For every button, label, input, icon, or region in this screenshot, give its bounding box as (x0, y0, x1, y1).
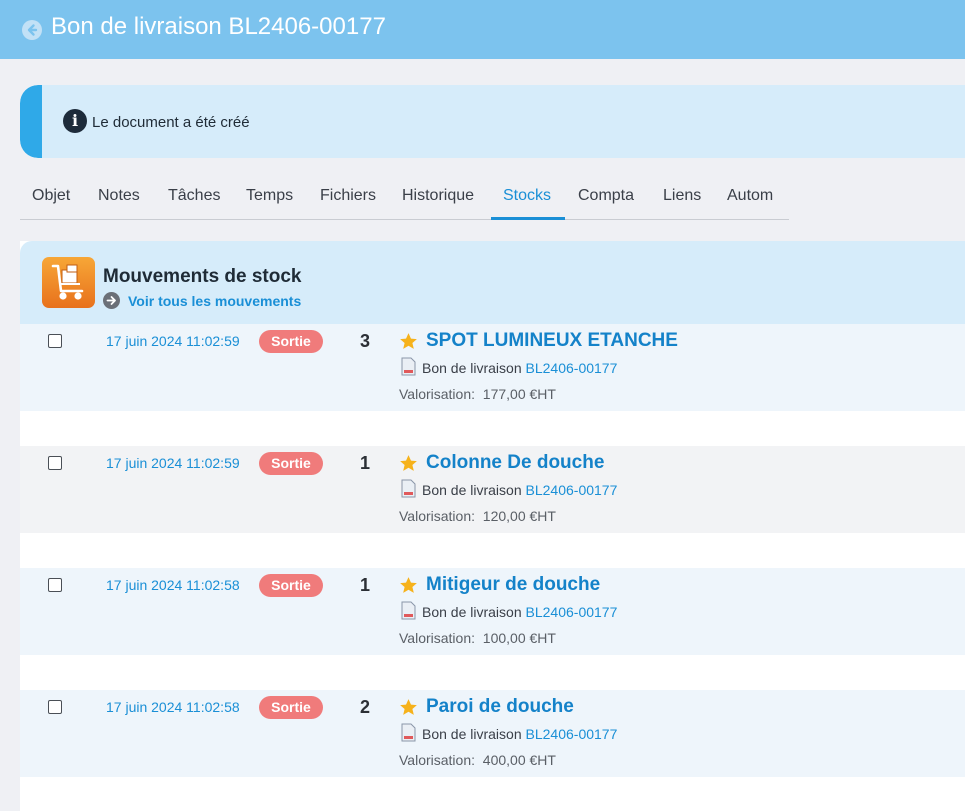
valuation-label: Valorisation: (399, 508, 476, 524)
valuation-value: 120,00 €HT (482, 508, 556, 524)
valuation-label: Valorisation: (399, 386, 476, 402)
movement-row: 17 juin 2024 11:02:59 Sortie 1 Colonne D… (20, 446, 965, 533)
document-type-label: Bon de livraison (422, 604, 522, 620)
panel-title: Mouvements de stock (103, 266, 302, 287)
star-icon (399, 698, 418, 717)
document-icon (401, 357, 416, 376)
tab-bar: Objet Notes Tâches Temps Fichiers Histor… (20, 174, 789, 220)
valuation-value: 177,00 €HT (482, 386, 556, 402)
movement-quantity: 1 (359, 453, 370, 473)
valuation-value: 100,00 €HT (482, 630, 556, 646)
notice-banner: i Le document a été créé (20, 85, 965, 158)
product-link[interactable]: SPOT LUMINEUX ETANCHE (426, 330, 678, 352)
movement-type-badge: Sortie (259, 696, 323, 719)
document-type-label: Bon de livraison (422, 482, 522, 498)
tab-stocks[interactable]: Stocks (503, 187, 551, 205)
movement-row: 17 juin 2024 11:02:59 Sortie 3 SPOT LUMI… (20, 324, 965, 411)
movement-row: 17 juin 2024 11:02:58 Sortie 1 Mitigeur … (20, 568, 965, 655)
valuation-label: Valorisation: (399, 752, 476, 768)
row-checkbox[interactable] (48, 700, 62, 714)
tab-historique[interactable]: Historique (402, 187, 474, 205)
tab-autom[interactable]: Autom (727, 187, 773, 205)
valuation: Valorisation: 120,00 €HT (399, 508, 556, 524)
document-icon (401, 601, 416, 620)
product-link[interactable]: Paroi de douche (426, 696, 574, 718)
movement-type-badge: Sortie (259, 452, 323, 475)
tab-fichiers[interactable]: Fichiers (320, 187, 376, 205)
document-ref-link[interactable]: BL2406-00177 (526, 726, 618, 742)
info-icon: i (63, 109, 87, 133)
arrow-right-circle-icon[interactable] (103, 292, 120, 309)
row-checkbox[interactable] (48, 578, 62, 592)
movement-date-link[interactable]: 17 juin 2024 11:02:59 (106, 333, 240, 349)
tab-objet[interactable]: Objet (32, 187, 70, 205)
movement-row: 17 juin 2024 11:02:58 Sortie 2 Paroi de … (20, 690, 965, 777)
star-icon (399, 576, 418, 595)
tab-taches[interactable]: Tâches (168, 187, 220, 205)
valuation-label: Valorisation: (399, 630, 476, 646)
panel-header: Mouvements de stock Voir tous les mouvem… (20, 241, 965, 324)
hand-truck-icon (42, 257, 95, 308)
document-ref-link[interactable]: BL2406-00177 (526, 360, 618, 376)
valuation: Valorisation: 400,00 €HT (399, 752, 556, 768)
tab-compta[interactable]: Compta (578, 187, 634, 205)
movement-type-badge: Sortie (259, 574, 323, 597)
movement-date-link[interactable]: 17 juin 2024 11:02:58 (106, 577, 240, 593)
document-ref-link[interactable]: BL2406-00177 (526, 604, 618, 620)
movement-date-link[interactable]: 17 juin 2024 11:02:58 (106, 699, 240, 715)
valuation: Valorisation: 100,00 €HT (399, 630, 556, 646)
document-type-label: Bon de livraison (422, 726, 522, 742)
movement-quantity: 3 (359, 331, 370, 351)
product-link[interactable]: Colonne De douche (426, 452, 604, 474)
document-icon (401, 479, 416, 498)
movement-quantity: 1 (359, 575, 370, 595)
back-arrow-icon[interactable] (22, 20, 42, 40)
top-bar: Bon de livraison BL2406-00177 (0, 0, 965, 59)
star-icon (399, 332, 418, 351)
movement-type-badge: Sortie (259, 330, 323, 353)
notice-text: Le document a été créé (92, 114, 250, 131)
product-link[interactable]: Mitigeur de douche (426, 574, 600, 596)
active-tab-indicator (491, 217, 565, 220)
document-reference: Bon de livraison BL2406-00177 (422, 604, 617, 620)
movement-quantity: 2 (359, 697, 370, 717)
row-checkbox[interactable] (48, 456, 62, 470)
document-icon (401, 723, 416, 742)
notice-accent-bar (20, 85, 42, 158)
tab-liens[interactable]: Liens (663, 187, 701, 205)
row-checkbox[interactable] (48, 334, 62, 348)
stock-movements-panel: Mouvements de stock Voir tous les mouvem… (20, 241, 965, 811)
star-icon (399, 454, 418, 473)
valuation: Valorisation: 177,00 €HT (399, 386, 556, 402)
view-all-movements-link[interactable]: Voir tous les mouvements (128, 293, 301, 309)
document-type-label: Bon de livraison (422, 360, 522, 376)
document-ref-link[interactable]: BL2406-00177 (526, 482, 618, 498)
document-reference: Bon de livraison BL2406-00177 (422, 360, 617, 376)
document-reference: Bon de livraison BL2406-00177 (422, 726, 617, 742)
document-reference: Bon de livraison BL2406-00177 (422, 482, 617, 498)
tab-temps[interactable]: Temps (246, 187, 293, 205)
page-title: Bon de livraison BL2406-00177 (51, 13, 386, 40)
movement-date-link[interactable]: 17 juin 2024 11:02:59 (106, 455, 240, 471)
valuation-value: 400,00 €HT (482, 752, 556, 768)
tab-notes[interactable]: Notes (98, 187, 140, 205)
